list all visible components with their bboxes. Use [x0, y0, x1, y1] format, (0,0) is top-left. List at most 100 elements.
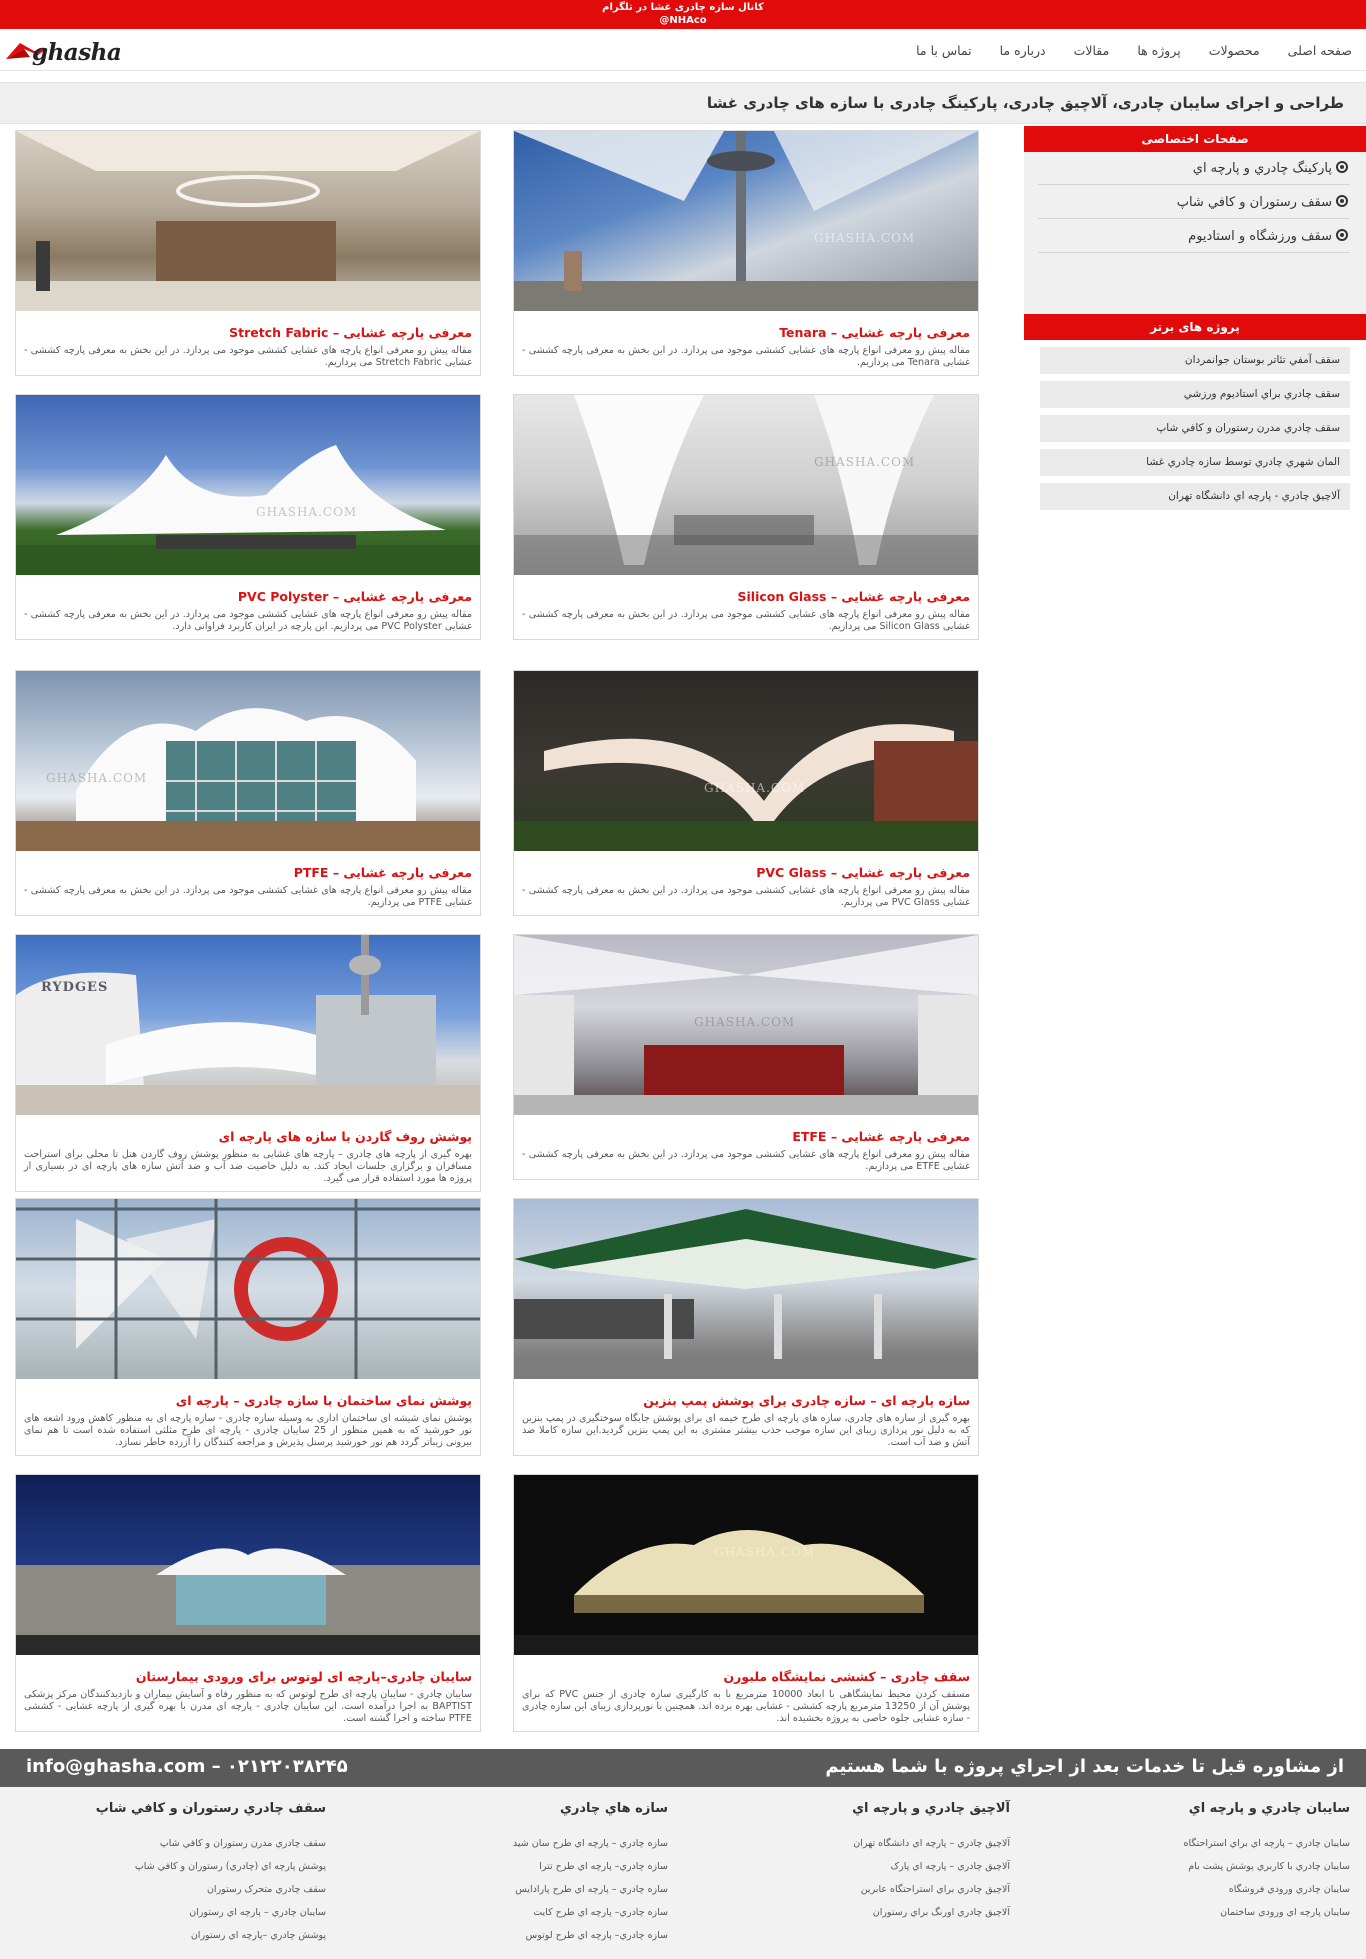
- footer-link[interactable]: سازه چادري– پارچه اي طرح کايت: [368, 1901, 668, 1924]
- article-card[interactable]: سازه پارچه ای – سازه چادری برای پوشش پمپ…: [513, 1198, 979, 1456]
- article-card[interactable]: GHASHA.COM سقف چادری – کششی نمایشگاه ملب…: [513, 1474, 979, 1732]
- sidebar-page-label: پارکينگ چادري و پارچه اي: [1192, 161, 1332, 176]
- article-card[interactable]: RYDGES پوشش روف گاردن با سازه های پارچه …: [15, 934, 481, 1192]
- footer-link[interactable]: سايبان پارچه اي ورودي ساختمان: [1050, 1901, 1350, 1924]
- footer-column-title: سايبان چادري و پارچه اي: [1188, 1801, 1350, 1816]
- bullet-icon: [1336, 229, 1348, 241]
- article-card[interactable]: GHASHA.COM معرفی پارچه غشایی – ETFE مقال…: [513, 934, 979, 1180]
- card-excerpt: مسقف کردن محیط نمایشگاهی با ابعاد 10000 …: [522, 1689, 970, 1724]
- watermark: GHASHA.COM: [814, 231, 916, 245]
- watermark: GHASHA.COM: [714, 1545, 816, 1559]
- footer-link[interactable]: آلاچيق چادري – پارچه اي دانشگاه تهران: [710, 1832, 1010, 1855]
- article-card[interactable]: GHASHA.COM معرفی پارچه غشایی – Silicon G…: [513, 394, 979, 640]
- header-nav: ghasha صفحه اصلی محصولات پروژه ها مقالات…: [0, 29, 1366, 71]
- sidebar-pages-title: صفحات اختصاصی: [1024, 126, 1366, 152]
- nav-item-articles[interactable]: مقالات: [1074, 43, 1110, 58]
- card-image[interactable]: [16, 131, 480, 311]
- footer-link[interactable]: سايبان چادري – پارچه اي رستوران: [26, 1901, 326, 1924]
- watermark: GHASHA.COM: [704, 781, 806, 795]
- footer-link[interactable]: آلاچيق چادري براي استراحتگاه عابرين: [710, 1878, 1010, 1901]
- card-image[interactable]: GHASHA.COM: [16, 671, 480, 851]
- card-title[interactable]: پوشش روف گاردن با سازه های پارچه ای: [16, 1115, 480, 1145]
- telegram-banner[interactable]: کانال سازه چادری غشا در تلگرام @NHAco: [0, 0, 1366, 29]
- card-title[interactable]: پوشش نمای ساختمان با سازه چادری – پارچه …: [16, 1379, 480, 1409]
- article-card[interactable]: GHASHA.COM معرفی پارچه غشایی – PVC Polys…: [15, 394, 481, 640]
- footer-link[interactable]: سقف چادري متحرک رستوران: [26, 1878, 326, 1901]
- footer-link[interactable]: پوشش پارچه اي (چادري) رستوران و کافي شاپ: [26, 1855, 326, 1878]
- page-title: طراحی و اجرای سایبان چادری، آلاچیق چادری…: [706, 94, 1344, 112]
- footer-link[interactable]: سازه چادري– پارچه اي طرح لوتوس: [368, 1924, 668, 1947]
- watermark: GHASHA.COM: [694, 1015, 796, 1029]
- card-image[interactable]: GHASHA.COM: [514, 131, 978, 311]
- article-card[interactable]: GHASHA.COM معرفی پارچه غشایی – PVC Glass…: [513, 670, 979, 916]
- watermark: GHASHA.COM: [46, 771, 148, 785]
- card-image[interactable]: [16, 1475, 480, 1655]
- card-image[interactable]: GHASHA.COM: [514, 935, 978, 1115]
- card-excerpt: مقاله پیش رو معرفی انواع پارچه های غشایی…: [522, 1149, 970, 1172]
- footer-column: سايبان چادري و پارچه اي سايبان چادري – پ…: [1050, 1801, 1350, 1924]
- article-card[interactable]: سایبان چادری–پارچه ای لوتوس برای ورودی ب…: [15, 1474, 481, 1732]
- card-excerpt: پوشش نمای شیشه ای ساختمان اداری به وسیله…: [24, 1413, 472, 1448]
- footer-link[interactable]: پوشش چادري –پارچه اي رستوران: [26, 1924, 326, 1947]
- sidebar-page-label: سقف رستوران و کافي شاپ: [1176, 195, 1332, 210]
- card-title[interactable]: معرفی پارچه غشایی – ETFE: [514, 1115, 978, 1145]
- footer-column: سقف چادري رستوران و کافي شاپ سقف چادري م…: [26, 1801, 326, 1947]
- sidebar-project-item[interactable]: سقف چادري مدرن رستوران و کافي شاپ: [1040, 415, 1350, 442]
- contact-info[interactable]: info@ghasha.com – ۰۲۱۲۲۰۳۸۲۴۵: [26, 1756, 348, 1777]
- card-title[interactable]: معرفی پارچه غشایی – PVC Polyster: [16, 575, 480, 605]
- card-title[interactable]: معرفی پارچه غشایی – PVC Glass: [514, 851, 978, 881]
- card-image[interactable]: GHASHA.COM: [514, 395, 978, 575]
- card-excerpt: بهره گیری از پارچه های چادری – پارچه های…: [24, 1149, 472, 1184]
- footer-link[interactable]: سايبان چادري ورودي فروشگاه: [1050, 1878, 1350, 1901]
- sidebar-page-stadium[interactable]: سقف ورزشگاه و استاديوم: [1038, 220, 1350, 253]
- sidebar-page-restaurant[interactable]: سقف رستوران و کافي شاپ: [1038, 186, 1350, 219]
- footer-link[interactable]: سايبان چادري – پارچه اي براي استراحتگاه: [1050, 1832, 1350, 1855]
- nav-item-products[interactable]: محصولات: [1209, 43, 1260, 58]
- nav-item-contact[interactable]: تماس با ما: [916, 43, 972, 58]
- article-card[interactable]: GHASHA.COM معرفی پارچه غشایی – Tenara مق…: [513, 130, 979, 376]
- footer-column: سازه هاي چادري سازه چادري – پارچه اي طرح…: [368, 1801, 668, 1947]
- sidebar-page-label: سقف ورزشگاه و استاديوم: [1188, 229, 1332, 244]
- bullet-icon: [1336, 161, 1348, 173]
- footer-link[interactable]: آلاچيق چادري اورنگ براي رستوران: [710, 1901, 1010, 1924]
- card-title[interactable]: معرفی پارچه غشایی – Silicon Glass: [514, 575, 978, 605]
- footer-link[interactable]: سازه چادري – پارچه اي طرح پارادايس: [368, 1878, 668, 1901]
- card-image[interactable]: [16, 1199, 480, 1379]
- nav-item-home[interactable]: صفحه اصلی: [1288, 43, 1352, 58]
- card-excerpt: سایبان چادری - سایبان پارچه ای طرح لوتوس…: [24, 1689, 472, 1724]
- card-title[interactable]: معرفی پارچه غشایی – Stretch Fabric: [16, 311, 480, 341]
- telegram-handle: @NHAco: [659, 15, 707, 26]
- sidebar-project-item[interactable]: آلاچيق چادري - پارچه اي دانشگاه تهران: [1040, 483, 1350, 510]
- article-card[interactable]: GHASHA.COM معرفی پارچه غشایی – PTFE مقال…: [15, 670, 481, 916]
- card-image[interactable]: RYDGES: [16, 935, 480, 1115]
- footer-link[interactable]: سازه چادري– پارچه اي طرح تترا: [368, 1855, 668, 1878]
- card-image[interactable]: GHASHA.COM: [514, 671, 978, 851]
- card-excerpt: بهره گیری از سازه های چادری، سازه های پا…: [522, 1413, 970, 1448]
- cta-text: از مشاوره قبل تا خدمات بعد از اجراي پروژ…: [825, 1756, 1344, 1777]
- nav-item-about[interactable]: درباره ما: [1000, 43, 1046, 58]
- article-card[interactable]: معرفی پارچه غشایی – Stretch Fabric مقاله…: [15, 130, 481, 376]
- logo[interactable]: ghasha: [4, 33, 144, 69]
- card-image[interactable]: [514, 1199, 978, 1379]
- card-title[interactable]: معرفی پارچه غشایی – PTFE: [16, 851, 480, 881]
- main-menu: صفحه اصلی محصولات پروژه ها مقالات درباره…: [916, 29, 1352, 71]
- card-title[interactable]: سقف چادری – کششی نمایشگاه ملبورن: [514, 1655, 978, 1685]
- footer-link[interactable]: سازه چادري – پارچه اي طرح سان شيد: [368, 1832, 668, 1855]
- footer-link[interactable]: سقف چادري مدرن رستوران و کافي شاپ: [26, 1832, 326, 1855]
- footer-link[interactable]: آلاچيق چادري – پارچه اي پارک: [710, 1855, 1010, 1878]
- card-title[interactable]: سازه پارچه ای – سازه چادری برای پوشش پمپ…: [514, 1379, 978, 1409]
- card-excerpt: مقاله پیش رو معرفی انواع پارچه های غشایی…: [522, 885, 970, 908]
- footer-link[interactable]: سايبان چادري با کاربري پوشش پشت بام: [1050, 1855, 1350, 1878]
- sidebar-project-item[interactable]: سقف چادري براي استاديوم ورزشي: [1040, 381, 1350, 408]
- sidebar-project-item[interactable]: المان شهري چادري توسط سازه چادري غشا: [1040, 449, 1350, 476]
- card-title[interactable]: سایبان چادری–پارچه ای لوتوس برای ورودی ب…: [16, 1655, 480, 1685]
- article-card[interactable]: پوشش نمای ساختمان با سازه چادری – پارچه …: [15, 1198, 481, 1456]
- cta-bar: از مشاوره قبل تا خدمات بعد از اجراي پروژ…: [0, 1749, 1366, 1787]
- nav-item-projects[interactable]: پروژه ها: [1137, 43, 1180, 58]
- sidebar-page-parking[interactable]: پارکينگ چادري و پارچه اي: [1038, 152, 1350, 185]
- card-image[interactable]: GHASHA.COM: [514, 1475, 978, 1655]
- card-image[interactable]: GHASHA.COM: [16, 395, 480, 575]
- footer-column-title: سازه هاي چادري: [559, 1801, 668, 1816]
- sidebar-project-item[interactable]: سقف آمفي تئاتر بوستان جوانمردان: [1040, 347, 1350, 374]
- card-title[interactable]: معرفی پارچه غشایی – Tenara: [514, 311, 978, 341]
